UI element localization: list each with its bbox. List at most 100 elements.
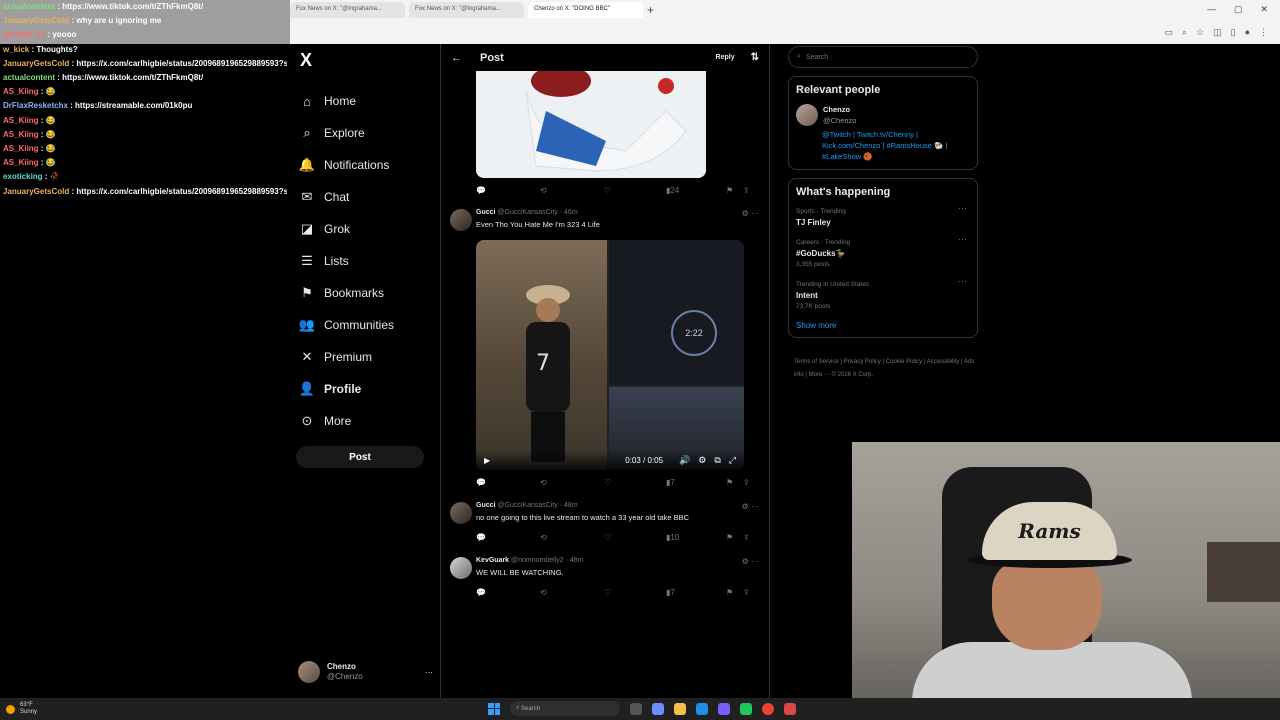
close-icon[interactable]: ✕ [1260,4,1268,15]
tweet-author[interactable]: Gucci [476,209,495,216]
more-icon[interactable]: ··· [958,203,967,214]
reply-button[interactable]: Reply [710,51,741,64]
chat-username[interactable]: AS_Kiing [3,87,39,96]
bookmark-icon[interactable]: ⚑ [726,186,743,195]
trend-item[interactable]: Trending in United States Intent 73.7K pos… [796,276,970,312]
bookmark-icon[interactable]: ⚑ [726,588,743,597]
avatar[interactable] [450,502,472,524]
views-count[interactable]: ▮ 24 [666,186,726,195]
trend-item[interactable]: Sports · Trending TJ Finley ··· [796,203,970,228]
sidebar-item-chat[interactable]: ✉ Chat [296,181,436,213]
post-button[interactable]: Post [296,446,424,468]
back-arrow-icon[interactable]: ← [451,52,462,64]
share-icon[interactable]: ⇪ [743,588,750,597]
obs-icon[interactable] [784,702,796,715]
taskbar-search[interactable]: ⌕ Search [510,701,620,716]
weather-widget[interactable]: 63°F Sunny [6,702,37,716]
chat-username[interactable]: JanuaryGetsCold [3,59,69,68]
sidebar-item-bookmarks[interactable]: ⚑ Bookmarks [296,277,436,309]
menu-icon[interactable]: ⋮ [1259,27,1268,38]
reply-icon[interactable]: 💬 [476,533,540,542]
repost-icon[interactable]: ⟲ [540,478,604,487]
person-bio[interactable]: @Twitch | Twitch.tv/Chenny | Kick.com/Ch… [822,129,967,162]
sidebar-item-communities[interactable]: 👥 Communities [296,309,436,341]
screen-icon[interactable]: ▭ [1164,27,1173,38]
chat-username[interactable]: actualcontent [3,73,55,82]
tweet-author[interactable]: KevGuark [476,557,509,564]
edge-icon[interactable] [696,702,708,715]
sidebar-item-premium[interactable]: ✕ Premium [296,341,436,373]
relevant-person[interactable]: Chenzo @Chenzo @Twitch | Twitch.tv/Chenn… [796,104,970,162]
chat-username[interactable]: AS_Kiing [3,116,39,125]
sidebar-icon[interactable]: ▯ [1231,27,1236,38]
tweet-author[interactable]: Gucci [476,502,495,509]
new-tab-button[interactable]: + [647,2,654,20]
avatar[interactable] [450,557,472,579]
person-name[interactable]: Chenzo [823,104,967,115]
browser-tab[interactable]: Fox News on X: "@Ingrahama... [409,2,524,18]
more-icon[interactable]: ··· [958,276,967,287]
avatar[interactable] [450,209,472,231]
sidebar-item-home[interactable]: ⌂ Home [296,85,436,117]
repost-icon[interactable]: ⟲ [540,533,604,542]
sidebar-item-profile[interactable]: 👤 Profile [296,373,436,405]
maximize-icon[interactable]: ▢ [1234,4,1243,15]
like-icon[interactable]: ♡ [604,478,666,487]
share-icon[interactable]: ⇪ [743,186,750,195]
sidebar-item-lists[interactable]: ☰ Lists [296,245,436,277]
chat-username[interactable]: w_kick [3,45,29,54]
views-count[interactable]: ▮ 7 [666,588,726,597]
reply-icon[interactable]: 💬 [476,478,540,487]
chat-username[interactable]: JanuaryGetsCold [3,187,69,196]
chat-username[interactable]: AS_Kiing [3,130,39,139]
extension-icon[interactable]: ◫ [1213,27,1222,38]
repost-icon[interactable]: ⟲ [540,588,604,597]
more-icon[interactable]: ⚙ ··· [742,502,759,511]
footer-links[interactable]: Terms of Service | Privacy Policy | Cook… [788,356,978,382]
address-bar[interactable]: ▭ ⌕ ☆ ◫ ▯ ● ⋮ [290,24,1280,42]
chat-username[interactable]: JanuaryGetsCold [3,16,69,25]
task-view-icon[interactable] [630,702,642,715]
chat-username[interactable]: actualcontent [3,2,55,11]
sidebar-item-explore[interactable]: ⌕ Explore [296,117,436,149]
windows-start-icon[interactable] [488,702,500,715]
tune-icon[interactable]: ⇅ [751,52,759,63]
reply-icon[interactable]: 💬 [476,186,540,195]
discord-icon[interactable] [718,702,730,715]
more-icon[interactable]: ··· [958,234,967,245]
avatar[interactable] [796,104,818,126]
chat-username[interactable]: exoticking [3,172,43,181]
more-icon[interactable]: ⚙ ··· [742,209,759,218]
browser-tab-active[interactable]: Chenzo on X: "DOING BBC" [528,2,643,18]
more-icon[interactable]: ··· [425,668,433,677]
like-icon[interactable]: ♡ [604,186,666,195]
file-explorer-icon[interactable] [674,702,686,715]
fullscreen-icon[interactable]: ⤢ [729,455,736,466]
chat-username[interactable]: AS_Kiing [3,158,39,167]
pip-icon[interactable]: ⧉ [714,455,720,466]
repost-icon[interactable]: ⟲ [540,186,604,195]
minimize-icon[interactable]: — [1207,4,1216,15]
chat-username[interactable]: geraldo_x3 [3,30,45,39]
sidebar-item-more[interactable]: ⊙ More [296,405,436,437]
more-icon[interactable]: ⚙ ··· [742,557,759,566]
like-icon[interactable]: ♡ [604,533,666,542]
search-input[interactable]: ⌕ Search [788,46,978,68]
star-icon[interactable]: ☆ [1196,27,1204,38]
volume-icon[interactable]: 🔊 [679,455,690,466]
widgets-icon[interactable] [652,702,664,715]
account-switcher[interactable]: Chenzo @Chenzo ··· [298,659,433,685]
share-icon[interactable]: ⇪ [743,533,750,542]
trend-item[interactable]: Careers · Trending #GoDucks🦆 3,355 posts ··… [796,234,970,270]
post-image[interactable] [476,71,706,178]
video-player[interactable]: 7 2:22 ▶ 0:03 / 0:05 🔊 ⚙ ⧉ ⤢ [476,240,744,470]
views-count[interactable]: ▮ 7 [666,478,726,487]
show-more-link[interactable]: Show more [796,321,970,330]
profile-icon[interactable]: ● [1245,27,1250,38]
zoom-icon[interactable]: ⌕ [1182,27,1187,38]
bookmark-icon[interactable]: ⚑ [726,478,743,487]
x-logo[interactable]: X [300,50,436,71]
browser-tab[interactable]: Fox News on X: "@Ingrahama... [290,2,405,18]
spotify-icon[interactable] [740,702,752,715]
views-count[interactable]: ▮ 10 [666,533,726,542]
